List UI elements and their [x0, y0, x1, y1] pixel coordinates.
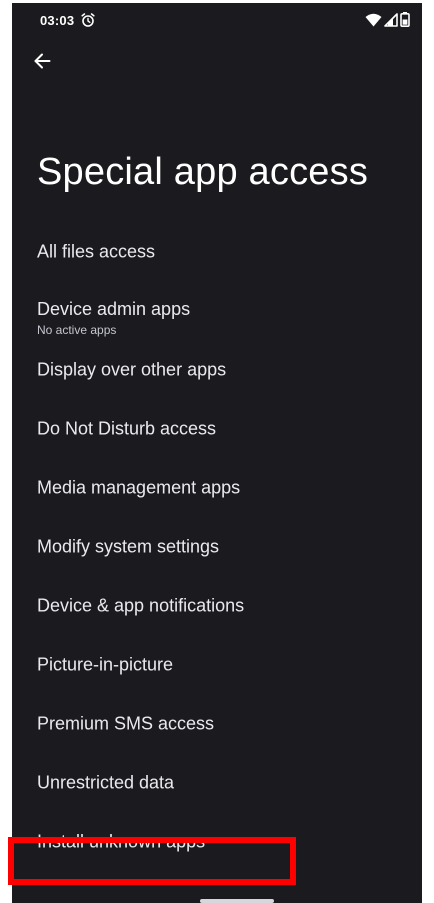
gesture-nav-handle[interactable]	[200, 899, 274, 903]
settings-item-modify-system-settings[interactable]: Modify system settings	[12, 517, 422, 576]
settings-item-display-over-other-apps[interactable]: Display over other apps	[12, 340, 422, 399]
settings-item-title: Do Not Disturb access	[37, 418, 217, 438]
settings-item-device-admin-apps[interactable]: Device admin apps No active apps	[12, 281, 422, 340]
settings-item-premium-sms-access[interactable]: Premium SMS access	[12, 694, 422, 753]
cell-signal-icon	[384, 12, 398, 27]
settings-item-summary: No active apps	[37, 323, 117, 337]
settings-item-title: All files access	[37, 241, 156, 261]
battery-icon	[400, 12, 410, 27]
back-button[interactable]	[28, 49, 56, 77]
settings-item-do-not-disturb-access[interactable]: Do Not Disturb access	[12, 399, 422, 458]
settings-item-title: Unrestricted data	[37, 772, 175, 792]
settings-item-all-files-access[interactable]: All files access	[12, 222, 422, 281]
page-title: Special app access	[37, 151, 369, 193]
settings-item-title: Device & app notifications	[37, 595, 245, 615]
status-bar: 03:03	[12, 3, 422, 37]
phone-screen: 03:03 Special app access All files acces…	[12, 3, 422, 903]
settings-item-install-unknown-apps[interactable]: Install unknown apps	[12, 812, 422, 871]
settings-item-picture-in-picture[interactable]: Picture-in-picture	[12, 635, 422, 694]
settings-item-title: Install unknown apps	[37, 831, 206, 851]
settings-list: All files access Device admin apps No ac…	[12, 222, 422, 871]
settings-item-title: Media management apps	[37, 477, 241, 497]
status-time: 03:03	[40, 13, 75, 28]
settings-item-unrestricted-data[interactable]: Unrestricted data	[12, 753, 422, 812]
alarm-clock-icon	[80, 12, 96, 28]
settings-item-title: Display over other apps	[37, 359, 227, 379]
settings-item-title: Picture-in-picture	[37, 654, 174, 674]
settings-item-title: Premium SMS access	[37, 713, 215, 733]
status-icons	[365, 12, 410, 27]
settings-item-title: Modify system settings	[37, 536, 220, 556]
settings-item-media-management-apps[interactable]: Media management apps	[12, 458, 422, 517]
arrow-back-icon	[32, 51, 52, 76]
wifi-icon	[365, 13, 382, 27]
settings-item-device-app-notifications[interactable]: Device & app notifications	[12, 576, 422, 635]
settings-item-title: Device admin apps	[37, 299, 191, 319]
